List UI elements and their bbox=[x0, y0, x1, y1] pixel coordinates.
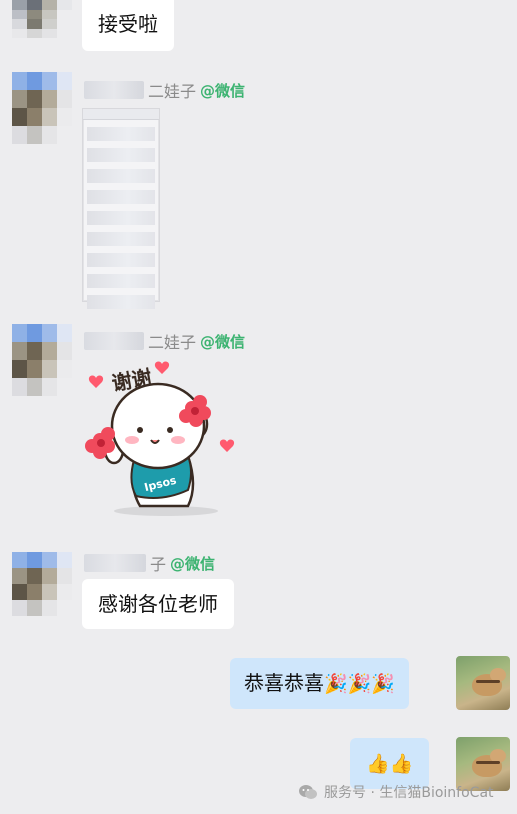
avatar[interactable] bbox=[12, 324, 72, 396]
party-popper-icon: 🎉🎉🎉 bbox=[324, 673, 395, 695]
blurred-name bbox=[84, 81, 144, 99]
heart-icon bbox=[88, 375, 104, 388]
my-message-bubble[interactable]: 恭喜恭喜🎉🎉🎉 bbox=[230, 658, 409, 709]
wechat-tag: @微信 bbox=[200, 332, 246, 351]
wechat-icon bbox=[299, 785, 317, 799]
message-bubble[interactable]: 接受啦 bbox=[82, 0, 174, 51]
sender-name-suffix: 二娃子 bbox=[148, 82, 197, 101]
watermark-text: 服务号 · 生信猫BioinfoCat bbox=[324, 785, 494, 801]
blurred-name bbox=[84, 554, 146, 572]
sender-name-suffix: 子 bbox=[150, 555, 167, 574]
sender-name: 子 @微信 bbox=[84, 551, 215, 575]
watermark: 服务号 · 生信猫BioinfoCat bbox=[298, 782, 494, 802]
message-text: 接受啦 bbox=[98, 12, 158, 36]
message-text: 恭喜恭喜 bbox=[244, 671, 324, 695]
avatar[interactable] bbox=[12, 0, 72, 38]
message-text: 感谢各位老师 bbox=[98, 592, 218, 616]
thumbs-up-icon: 👍👍 bbox=[366, 753, 414, 775]
thank-you-sticker[interactable]: 谢谢 Ipsos bbox=[78, 358, 240, 518]
blurred-name bbox=[84, 332, 144, 350]
avatar[interactable] bbox=[12, 72, 72, 144]
avatar[interactable] bbox=[12, 552, 72, 616]
wechat-tag: @微信 bbox=[170, 554, 216, 573]
heart-icon bbox=[154, 361, 170, 374]
wechat-tag: @微信 bbox=[200, 81, 246, 100]
sender-name-suffix: 二娃子 bbox=[148, 333, 197, 352]
heart-icon bbox=[219, 439, 235, 452]
message-bubble[interactable]: 感谢各位老师 bbox=[82, 579, 234, 629]
sender-name: 二娃子 @微信 bbox=[84, 329, 245, 353]
sender-name: 二娃子 @微信 bbox=[84, 78, 245, 102]
image-message[interactable] bbox=[82, 108, 160, 309]
my-avatar[interactable] bbox=[456, 656, 510, 710]
